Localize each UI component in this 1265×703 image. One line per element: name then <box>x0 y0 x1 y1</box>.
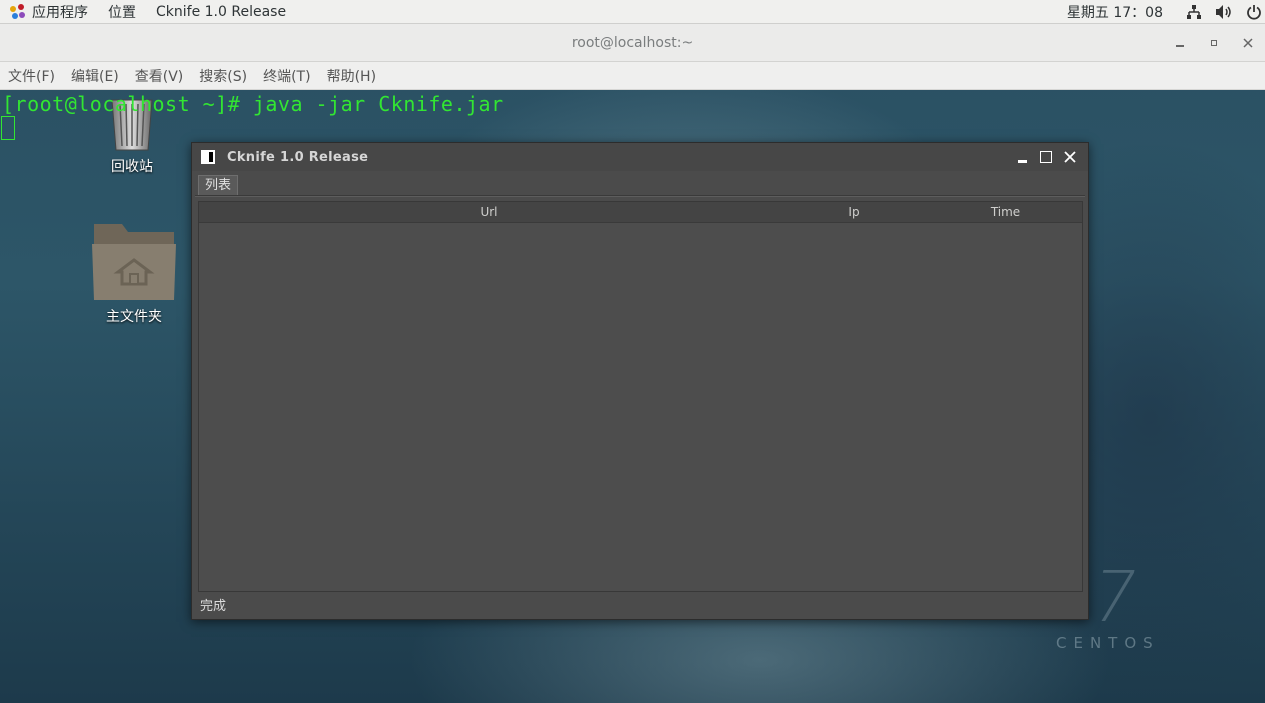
table-header: Url Ip Time <box>199 202 1082 223</box>
cknife-window: Cknife 1.0 Release 列表 Url Ip Time 完成 <box>191 142 1089 620</box>
tab-list[interactable]: 列表 <box>198 175 239 195</box>
clock[interactable]: 星期五 17：08 <box>1067 2 1163 22</box>
menu-file[interactable]: 文件(F) <box>8 66 55 86</box>
top-panel: 应用程序 位置 Cknife 1.0 Release 星期五 17：08 <box>0 0 1265 24</box>
shell-list-table[interactable]: Url Ip Time <box>198 201 1083 592</box>
power-icon[interactable] <box>1245 3 1263 21</box>
places-menu[interactable]: 位置 <box>98 0 146 24</box>
menu-terminal[interactable]: 终端(T) <box>263 66 310 86</box>
maximize-icon <box>1211 40 1217 46</box>
terminal-title: root@localhost:~ <box>571 34 694 51</box>
cknife-minimize-button[interactable] <box>1010 145 1034 169</box>
cknife-title: Cknife 1.0 Release <box>227 149 369 165</box>
cknife-app-icon <box>201 150 215 164</box>
terminal-command-line: [root@localhost ~]# java -jar Cknife.jar <box>2 92 504 116</box>
menu-edit[interactable]: 编辑(E) <box>71 66 119 86</box>
menu-view[interactable]: 查看(V) <box>135 66 184 86</box>
applications-menu[interactable]: 应用程序 <box>0 0 98 24</box>
active-app-label: Cknife 1.0 Release <box>156 3 287 20</box>
terminal-close-button[interactable] <box>1231 24 1265 62</box>
cknife-close-button[interactable] <box>1058 145 1082 169</box>
active-app-menu[interactable]: Cknife 1.0 Release <box>146 0 296 24</box>
close-icon <box>1064 151 1076 163</box>
minimize-icon <box>1176 45 1184 47</box>
terminal-titlebar[interactable]: root@localhost:~ <box>0 24 1265 62</box>
column-header-url[interactable]: Url <box>199 202 779 223</box>
applications-icon <box>10 3 26 20</box>
column-header-ip[interactable]: Ip <box>779 202 929 223</box>
status-text: 完成 <box>200 599 227 614</box>
applications-label: 应用程序 <box>32 4 88 21</box>
maximize-icon <box>1040 151 1052 163</box>
terminal-maximize-button[interactable] <box>1197 24 1231 62</box>
terminal-minimize-button[interactable] <box>1163 24 1197 62</box>
network-icon[interactable] <box>1185 3 1203 21</box>
close-icon <box>1243 38 1253 48</box>
cknife-maximize-button[interactable] <box>1034 145 1058 169</box>
menu-help[interactable]: 帮助(H) <box>327 66 376 86</box>
places-label: 位置 <box>108 4 136 21</box>
cknife-titlebar[interactable]: Cknife 1.0 Release <box>192 143 1088 171</box>
volume-icon[interactable] <box>1215 3 1233 21</box>
terminal-menubar: 文件(F) 编辑(E) 查看(V) 搜索(S) 终端(T) 帮助(H) <box>0 62 1265 90</box>
tab-divider <box>195 195 1085 197</box>
terminal-cursor <box>1 116 15 140</box>
menu-search[interactable]: 搜索(S) <box>199 66 247 86</box>
minimize-icon <box>1017 159 1027 163</box>
column-header-time[interactable]: Time <box>929 202 1082 223</box>
